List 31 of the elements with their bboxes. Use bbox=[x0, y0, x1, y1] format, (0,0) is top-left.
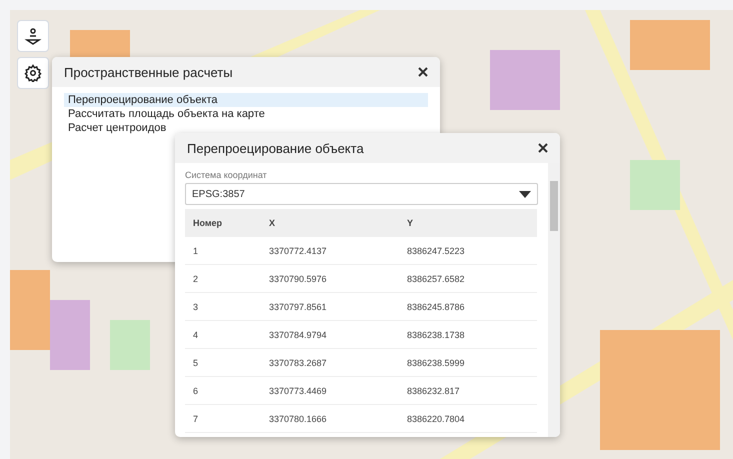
table-cell: 1 bbox=[185, 237, 261, 264]
column-header: Номер bbox=[185, 209, 261, 237]
table-cell: 8386238.5999 bbox=[399, 348, 537, 376]
dialog-title: Перепроецирование объекта bbox=[187, 140, 364, 156]
table-cell: 8386220.7804 bbox=[399, 404, 537, 432]
table-cell: 3370790.5976 bbox=[261, 264, 399, 292]
table-cell: 3 bbox=[185, 292, 261, 320]
table-cell: 4 bbox=[185, 320, 261, 348]
table-cell: 6 bbox=[185, 376, 261, 404]
panel-title: Пространственные расчеты bbox=[64, 64, 233, 80]
column-header: Y bbox=[399, 209, 537, 237]
table-cell: 5 bbox=[185, 348, 261, 376]
table-cell: 3370784.9794 bbox=[261, 320, 399, 348]
crs-select[interactable]: EPSG:3857 bbox=[185, 183, 538, 205]
table-cell: 8386247.5223 bbox=[399, 237, 537, 264]
table-cell: 8386238.1738 bbox=[399, 320, 537, 348]
table-cell: 3370773.4469 bbox=[261, 376, 399, 404]
table-cell: 3370780.1666 bbox=[261, 404, 399, 432]
field-label: Система координат bbox=[185, 170, 268, 180]
table-cell: 3370783.2687 bbox=[261, 348, 399, 376]
table-cell: 2 bbox=[185, 264, 261, 292]
tool-item[interactable]: Перепроецирование объекта bbox=[64, 93, 428, 107]
table-cell: 7 bbox=[185, 404, 261, 432]
table-cell: 3370797.8561 bbox=[261, 292, 399, 320]
table-cell: 8386232.817 bbox=[399, 376, 537, 404]
column-header: X bbox=[261, 209, 399, 237]
table-cell: 3370772.4137 bbox=[261, 237, 399, 264]
table-cell: 8386245.8786 bbox=[399, 292, 537, 320]
table-cell: 8386257.6582 bbox=[399, 264, 537, 292]
tool-item[interactable]: Расчет центроидов bbox=[64, 121, 428, 135]
tool-item[interactable]: Рассчитать площадь объекта на карте bbox=[64, 107, 428, 121]
